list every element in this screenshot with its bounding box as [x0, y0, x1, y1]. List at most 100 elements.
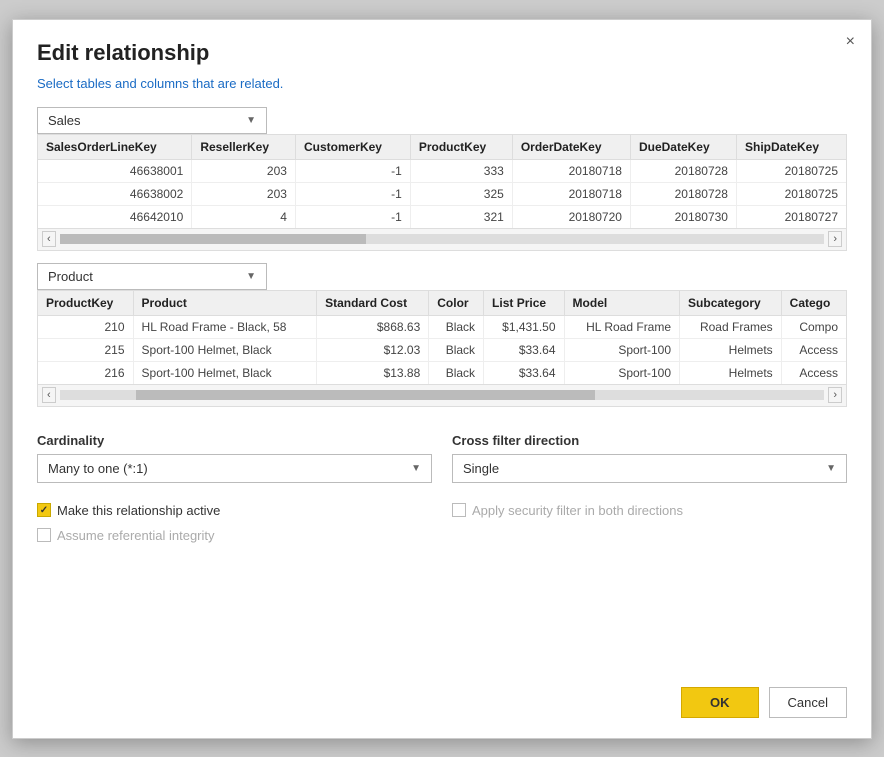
checkboxes-section: Make this relationship active Assume ref… [37, 493, 847, 543]
table-cell: -1 [295, 205, 410, 228]
table-cell: Sport-100 [564, 338, 680, 361]
dialog-title: Edit relationship [37, 40, 847, 66]
table-cell: 20180728 [630, 159, 736, 182]
table2-dropdown[interactable]: Product ▼ [37, 263, 267, 290]
table-cell: $13.88 [317, 361, 429, 384]
table1-section: Sales ▼ SalesOrderLineKey ResellerKey Cu… [37, 107, 847, 251]
col-product-key: ProductKey [410, 135, 512, 160]
cross-filter-value: Single [463, 461, 826, 476]
table1: SalesOrderLineKey ResellerKey CustomerKe… [38, 135, 846, 228]
table1-scroll-right[interactable]: › [828, 231, 842, 247]
cross-filter-arrow: ▼ [826, 463, 836, 474]
table-cell: 20180718 [512, 159, 630, 182]
table1-wrapper: SalesOrderLineKey ResellerKey CustomerKe… [37, 134, 847, 251]
table-cell: 46642010 [38, 205, 192, 228]
security-filter-checkbox[interactable] [452, 503, 466, 517]
close-button[interactable]: × [846, 34, 855, 50]
table-cell: 20180730 [630, 205, 736, 228]
table2-section: Product ▼ ProductKey Product Standard Co… [37, 263, 847, 407]
security-filter-label: Apply security filter in both directions [472, 503, 683, 518]
table-cell: 20180720 [512, 205, 630, 228]
table-cell: Black [429, 315, 484, 338]
footer: OK Cancel [37, 671, 847, 718]
table-cell: 216 [38, 361, 133, 384]
make-active-row: Make this relationship active [37, 503, 432, 518]
edit-relationship-dialog: × Edit relationship Select tables and co… [12, 19, 872, 739]
table-row[interactable]: 215Sport-100 Helmet, Black$12.03Black$33… [38, 338, 846, 361]
col-order-date-key: OrderDateKey [512, 135, 630, 160]
table-cell: $33.64 [484, 338, 564, 361]
table-cell: HL Road Frame [564, 315, 680, 338]
table2: ProductKey Product Standard Cost Color L… [38, 291, 846, 384]
make-active-checkbox[interactable] [37, 503, 51, 517]
table-cell: Sport-100 Helmet, Black [133, 338, 317, 361]
table1-scroll-left[interactable]: ‹ [42, 231, 56, 247]
table2-scroll-left[interactable]: ‹ [42, 387, 56, 403]
table2-scroll-right[interactable]: › [828, 387, 842, 403]
cross-filter-dropdown[interactable]: Single ▼ [452, 454, 847, 483]
cross-filter-label: Cross filter direction [452, 433, 847, 448]
cardinality-label: Cardinality [37, 433, 432, 448]
dialog-subtitle: Select tables and columns that are relat… [37, 76, 847, 91]
table-cell: 4 [192, 205, 296, 228]
make-active-label: Make this relationship active [57, 503, 220, 518]
table-row[interactable]: 210HL Road Frame - Black, 58$868.63Black… [38, 315, 846, 338]
table1-scroll-thumb [60, 234, 366, 244]
security-filter-row: Apply security filter in both directions [452, 503, 847, 518]
table1-scroll-track [60, 234, 825, 244]
cardinality-value: Many to one (*:1) [48, 461, 411, 476]
table-row[interactable]: 46638002203-1325201807182018072820180725 [38, 182, 846, 205]
table-cell: $868.63 [317, 315, 429, 338]
table2-scroll-thumb [136, 390, 595, 400]
col-ship-date-key: ShipDateKey [736, 135, 846, 160]
table-cell: 20180727 [736, 205, 846, 228]
cardinality-arrow: ▼ [411, 463, 421, 474]
left-checkboxes: Make this relationship active Assume ref… [37, 493, 432, 543]
cross-filter-section: Cross filter direction Single ▼ [452, 433, 847, 483]
table-cell: Road Frames [680, 315, 782, 338]
table2-scroll-track [60, 390, 825, 400]
table-cell: 215 [38, 338, 133, 361]
table-cell: 203 [192, 182, 296, 205]
col-customer-key: CustomerKey [295, 135, 410, 160]
table-cell: -1 [295, 159, 410, 182]
table-cell: -1 [295, 182, 410, 205]
col-sales-order-line-key: SalesOrderLineKey [38, 135, 192, 160]
table-cell: 333 [410, 159, 512, 182]
col-category: Catego [781, 291, 846, 316]
cardinality-section: Cardinality Many to one (*:1) ▼ [37, 433, 432, 483]
table-cell: 46638001 [38, 159, 192, 182]
cancel-button[interactable]: Cancel [769, 687, 847, 718]
table-cell: 325 [410, 182, 512, 205]
col-product-name: Product [133, 291, 317, 316]
table-row[interactable]: 466420104-1321201807202018073020180727 [38, 205, 846, 228]
table-cell: 20180728 [630, 182, 736, 205]
table2-dropdown-label: Product [48, 269, 246, 284]
table2-wrapper: ProductKey Product Standard Cost Color L… [37, 290, 847, 407]
col-standard-cost: Standard Cost [317, 291, 429, 316]
table1-dropdown-label: Sales [48, 113, 246, 128]
col-list-price: List Price [484, 291, 564, 316]
table2-scrollbar[interactable]: ‹ › [38, 384, 846, 406]
ok-button[interactable]: OK [681, 687, 759, 718]
table1-dropdown-arrow: ▼ [246, 115, 256, 126]
table-cell: 20180725 [736, 182, 846, 205]
cardinality-dropdown[interactable]: Many to one (*:1) ▼ [37, 454, 432, 483]
table-cell: Black [429, 338, 484, 361]
col-reseller-key: ResellerKey [192, 135, 296, 160]
table-cell: Access [781, 338, 846, 361]
table-cell: Sport-100 [564, 361, 680, 384]
col-subcategory: Subcategory [680, 291, 782, 316]
options-section: Cardinality Many to one (*:1) ▼ Cross fi… [37, 433, 847, 483]
table-cell: Black [429, 361, 484, 384]
col-color: Color [429, 291, 484, 316]
referential-checkbox[interactable] [37, 528, 51, 542]
table-cell: 321 [410, 205, 512, 228]
table-cell: Helmets [680, 361, 782, 384]
table1-scrollbar[interactable]: ‹ › [38, 228, 846, 250]
table-row[interactable]: 216Sport-100 Helmet, Black$13.88Black$33… [38, 361, 846, 384]
table-row[interactable]: 46638001203-1333201807182018072820180725 [38, 159, 846, 182]
table-cell: $1,431.50 [484, 315, 564, 338]
referential-row: Assume referential integrity [37, 528, 432, 543]
table1-dropdown[interactable]: Sales ▼ [37, 107, 267, 134]
